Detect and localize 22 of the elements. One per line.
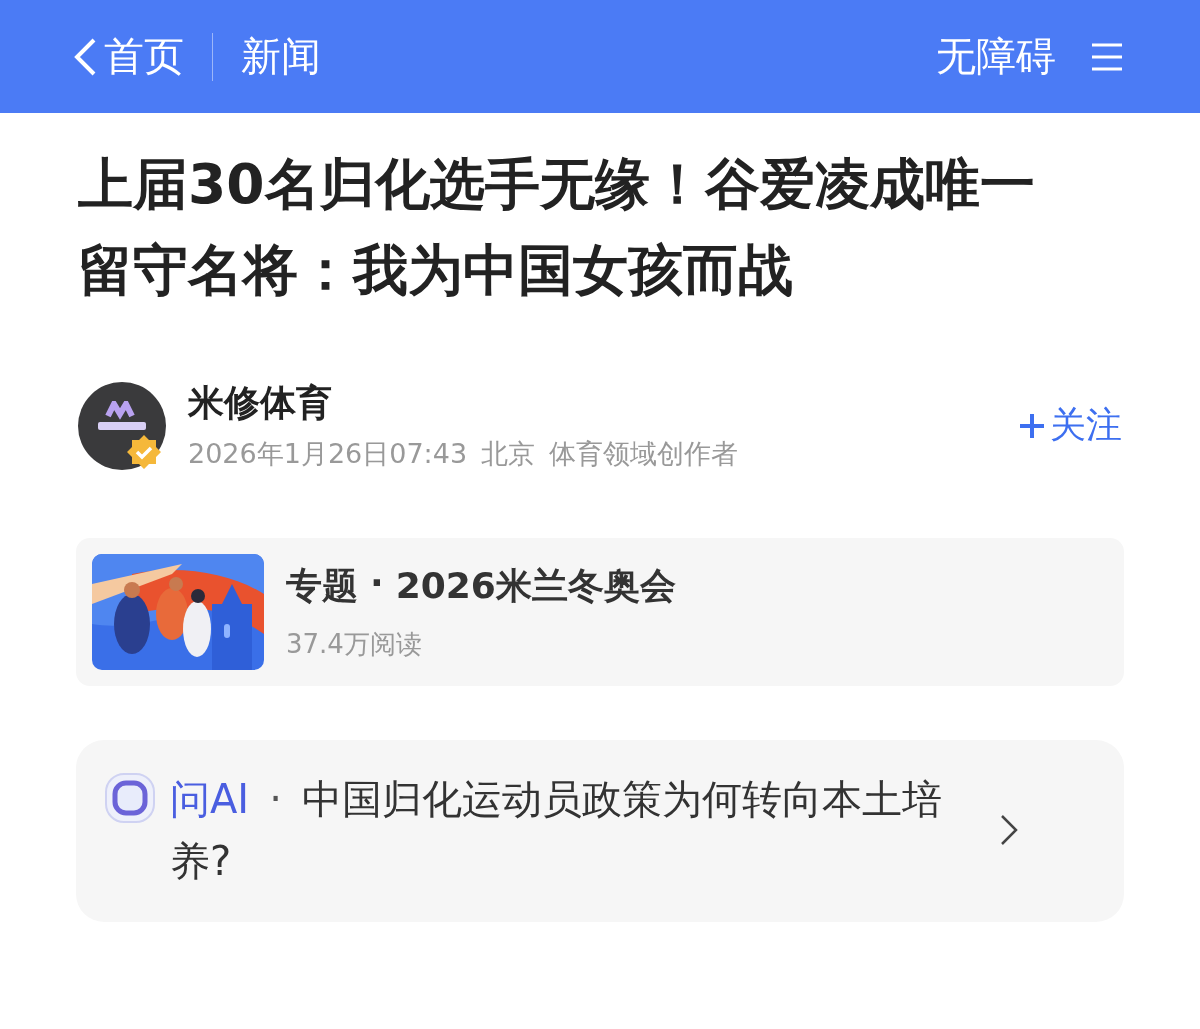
topic-separator: · [370,562,384,605]
menu-icon[interactable] [1092,42,1122,71]
location: 北京 [481,437,536,471]
author-name[interactable]: 米修体育 [188,379,1018,428]
chevron-right-icon [1000,814,1018,846]
back-button[interactable]: 首页 [72,29,184,84]
logo [98,400,146,431]
back-icon [72,36,98,77]
plus-icon [1018,411,1046,440]
topic-card[interactable]: 专题 · 2026米兰冬奥会 37.4万阅读 [76,538,1124,686]
section-tab[interactable]: 新闻 [241,29,321,84]
topic-label: 专题 [286,564,358,608]
publish-time: 2026年1月26日07:43 [188,437,468,471]
ai-icon [104,772,156,824]
topic-name: 2026米兰冬奥会 [395,564,676,608]
ai-question: 问AI · 中国归化运动员政策为何转向本土培养? [170,775,943,886]
accessibility-button[interactable]: 无障碍 [936,29,1056,84]
article-title: 上届30名归化选手无缘！谷爱凌成唯一留守名将：我为中国女孩而战 [78,151,1036,304]
follow-button[interactable]: 关注 [1018,401,1122,450]
read-count: 37.4万阅读 [286,628,423,661]
author-role: 体育领域创作者 [549,437,739,471]
ask-ai-card[interactable]: 问AI · 中国归化运动员政策为何转向本土培养? [76,740,1124,922]
